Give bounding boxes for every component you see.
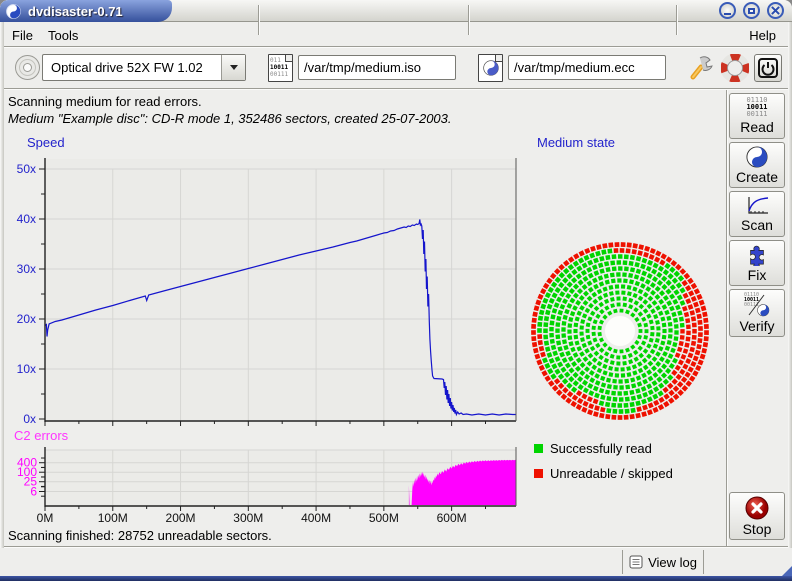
svg-text:300M: 300M — [233, 511, 263, 525]
menu-tools[interactable]: Tools — [44, 26, 82, 45]
binary-row: 00111 — [746, 111, 767, 118]
drive-selector-arrow-button[interactable] — [221, 55, 245, 80]
window-title: dvdisaster-0.71 — [28, 4, 123, 19]
svg-text:0x: 0x — [23, 412, 36, 426]
create-button-label: Create — [736, 169, 778, 185]
verify-button-label: Verify — [739, 318, 774, 334]
help-lifebelt-icon[interactable] — [721, 54, 749, 82]
yinyang-icon — [483, 60, 499, 76]
create-yinyang-icon — [746, 146, 768, 168]
svg-text:400M: 400M — [301, 511, 331, 525]
status-message: Scanning medium for read errors. — [8, 94, 202, 109]
separator — [4, 88, 788, 90]
drive-selector[interactable]: Optical drive 52X FW 1.02 — [42, 54, 246, 81]
verify-slash-yinyang — [744, 293, 770, 317]
create-button[interactable]: Create — [729, 142, 785, 188]
separator — [4, 46, 788, 48]
svg-text:40x: 40x — [17, 212, 36, 226]
maximize-icon — [748, 8, 755, 14]
toolbar-separator — [258, 5, 260, 35]
plot-backgrounds — [45, 159, 516, 505]
svg-text:500M: 500M — [369, 511, 399, 525]
svg-text:30x: 30x — [17, 262, 36, 276]
finished-message: Scanning finished: 28752 unreadable sect… — [8, 528, 272, 543]
medium-state-disc — [531, 242, 709, 420]
quit-button[interactable] — [754, 54, 782, 82]
optical-drive-icon — [14, 54, 41, 81]
stop-icon — [745, 496, 769, 520]
preferences-wrench-icon[interactable] — [686, 52, 716, 82]
menubar: File Tools Help — [4, 23, 788, 46]
page-fold — [285, 54, 293, 62]
minimize-button[interactable] — [719, 2, 736, 19]
stop-button-label: Stop — [743, 521, 772, 537]
menu-help[interactable]: Help — [745, 26, 780, 45]
app-window: dvdisaster-0.71 File Tools Help Optical … — [0, 0, 792, 581]
maximize-button[interactable] — [743, 2, 760, 19]
menu-file[interactable]: File — [8, 26, 37, 45]
svg-text:0M: 0M — [37, 511, 54, 525]
verify-button[interactable]: 01110 10011 00111 Verify — [729, 289, 785, 337]
svg-text:400: 400 — [17, 456, 37, 470]
ecc-path-input[interactable] — [508, 55, 666, 80]
window-frame-right — [788, 22, 792, 576]
ecc-file-icon — [478, 54, 503, 82]
app-yinyang-icon — [6, 4, 21, 19]
charts-and-disc-canvas: 0x10x20x30x40x50x6251004000M100M200M300M… — [0, 130, 726, 530]
titlebar[interactable]: dvdisaster-0.71 — [0, 0, 792, 22]
log-list-icon — [629, 555, 643, 569]
verify-icon: 01110 10011 00111 — [744, 293, 770, 317]
read-button-label: Read — [740, 119, 773, 135]
page-fold — [495, 54, 503, 62]
fix-button-label: Fix — [748, 267, 767, 283]
view-log-label: View log — [648, 555, 697, 570]
medium-info-message: Medium "Example disc": CD-R mode 1, 3524… — [8, 111, 452, 126]
binary-row: 10011 — [270, 64, 291, 71]
toolbar-separator — [468, 5, 470, 35]
close-icon — [771, 6, 780, 15]
svg-text:200M: 200M — [166, 511, 196, 525]
toolbar-separator — [676, 5, 678, 35]
scan-button[interactable]: Scan — [729, 191, 785, 237]
drive-selector-value: Optical drive 52X FW 1.02 — [43, 60, 221, 75]
power-icon — [755, 55, 781, 81]
iso-path-input[interactable] — [298, 55, 456, 80]
stop-button[interactable]: Stop — [729, 492, 785, 540]
read-icon: 01110 10011 00111 — [746, 97, 767, 118]
scan-button-label: Scan — [741, 217, 773, 233]
close-button[interactable] — [767, 2, 784, 19]
chevron-down-icon — [230, 65, 238, 74]
binary-row: 00111 — [270, 71, 291, 78]
view-log-button[interactable]: View log — [622, 550, 704, 574]
svg-text:600M: 600M — [437, 511, 467, 525]
fix-puzzle-icon — [746, 244, 768, 266]
minimize-icon — [724, 13, 731, 15]
window-title-tab[interactable]: dvdisaster-0.71 — [0, 0, 172, 22]
svg-text:10x: 10x — [17, 362, 36, 376]
statusbar: View log — [0, 548, 792, 576]
iso-file-icon: 011 10011 00111 — [268, 54, 293, 82]
sidebar-separator — [726, 90, 728, 546]
read-button[interactable]: 01110 10011 00111 Read — [729, 93, 785, 139]
window-frame-bottom — [0, 576, 792, 581]
svg-text:100M: 100M — [98, 511, 128, 525]
svg-text:50x: 50x — [17, 162, 36, 176]
scan-chart-icon — [745, 196, 769, 216]
fix-button[interactable]: Fix — [729, 240, 785, 286]
svg-text:20x: 20x — [17, 312, 36, 326]
